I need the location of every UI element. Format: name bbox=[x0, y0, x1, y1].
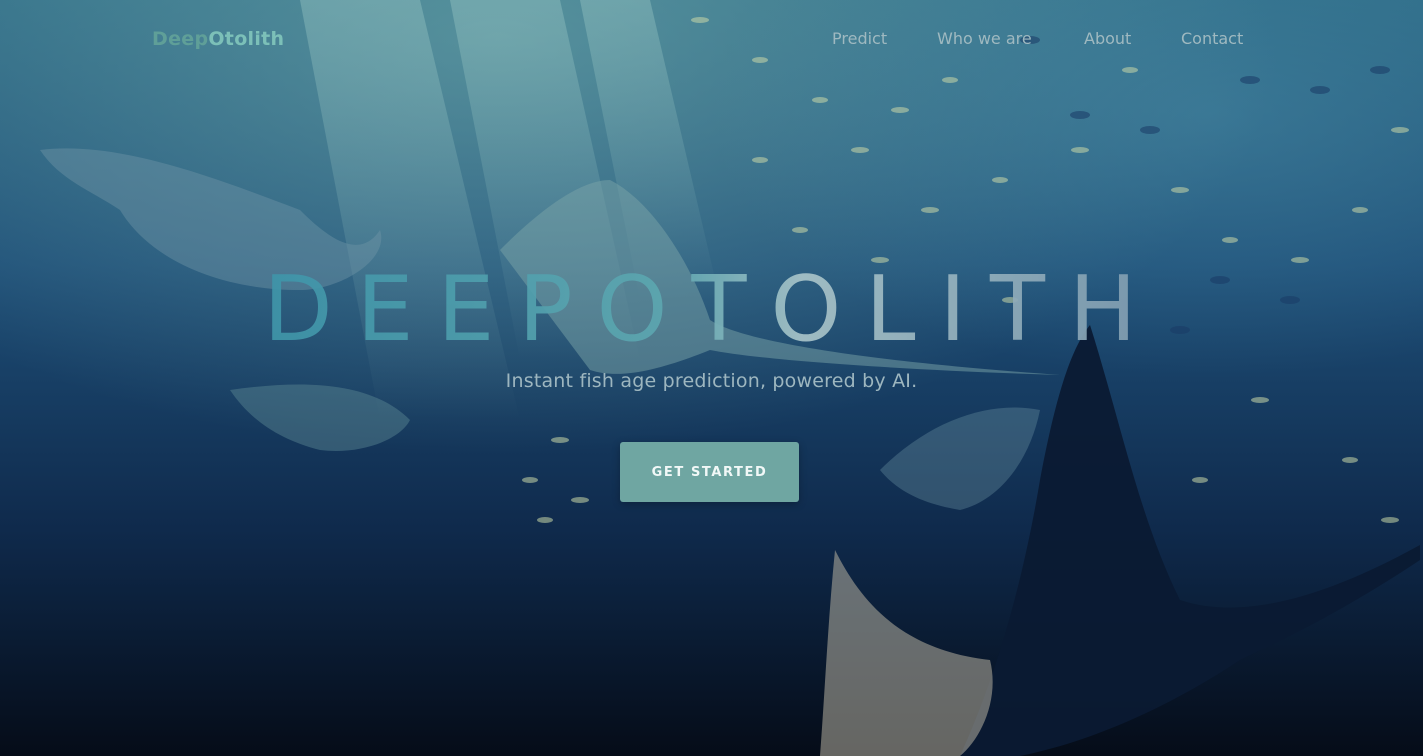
hero-title-text: DEEPOTOLITH bbox=[272, 258, 1152, 354]
hero-subtitle: Instant fish age prediction, powered by … bbox=[505, 370, 918, 392]
nav-link-contact[interactable]: Contact bbox=[1181, 29, 1243, 49]
top-navbar: DeepOtolith Predict Who we are About Con… bbox=[0, 0, 1423, 78]
landing-page: DeepOtolith Predict Who we are About Con… bbox=[0, 0, 1423, 756]
hero-title: DEEPOTOLITH bbox=[0, 258, 1423, 354]
get-started-button[interactable]: GET STARTED bbox=[620, 442, 799, 502]
nav-menu: Predict Who we are About Contact bbox=[0, 29, 1423, 51]
hero-title-graphic: DEEPOTOLITH bbox=[272, 258, 1152, 354]
nav-link-who-we-are[interactable]: Who we are bbox=[937, 29, 1032, 49]
nav-link-about[interactable]: About bbox=[1084, 29, 1131, 49]
nav-link-predict[interactable]: Predict bbox=[832, 29, 887, 49]
